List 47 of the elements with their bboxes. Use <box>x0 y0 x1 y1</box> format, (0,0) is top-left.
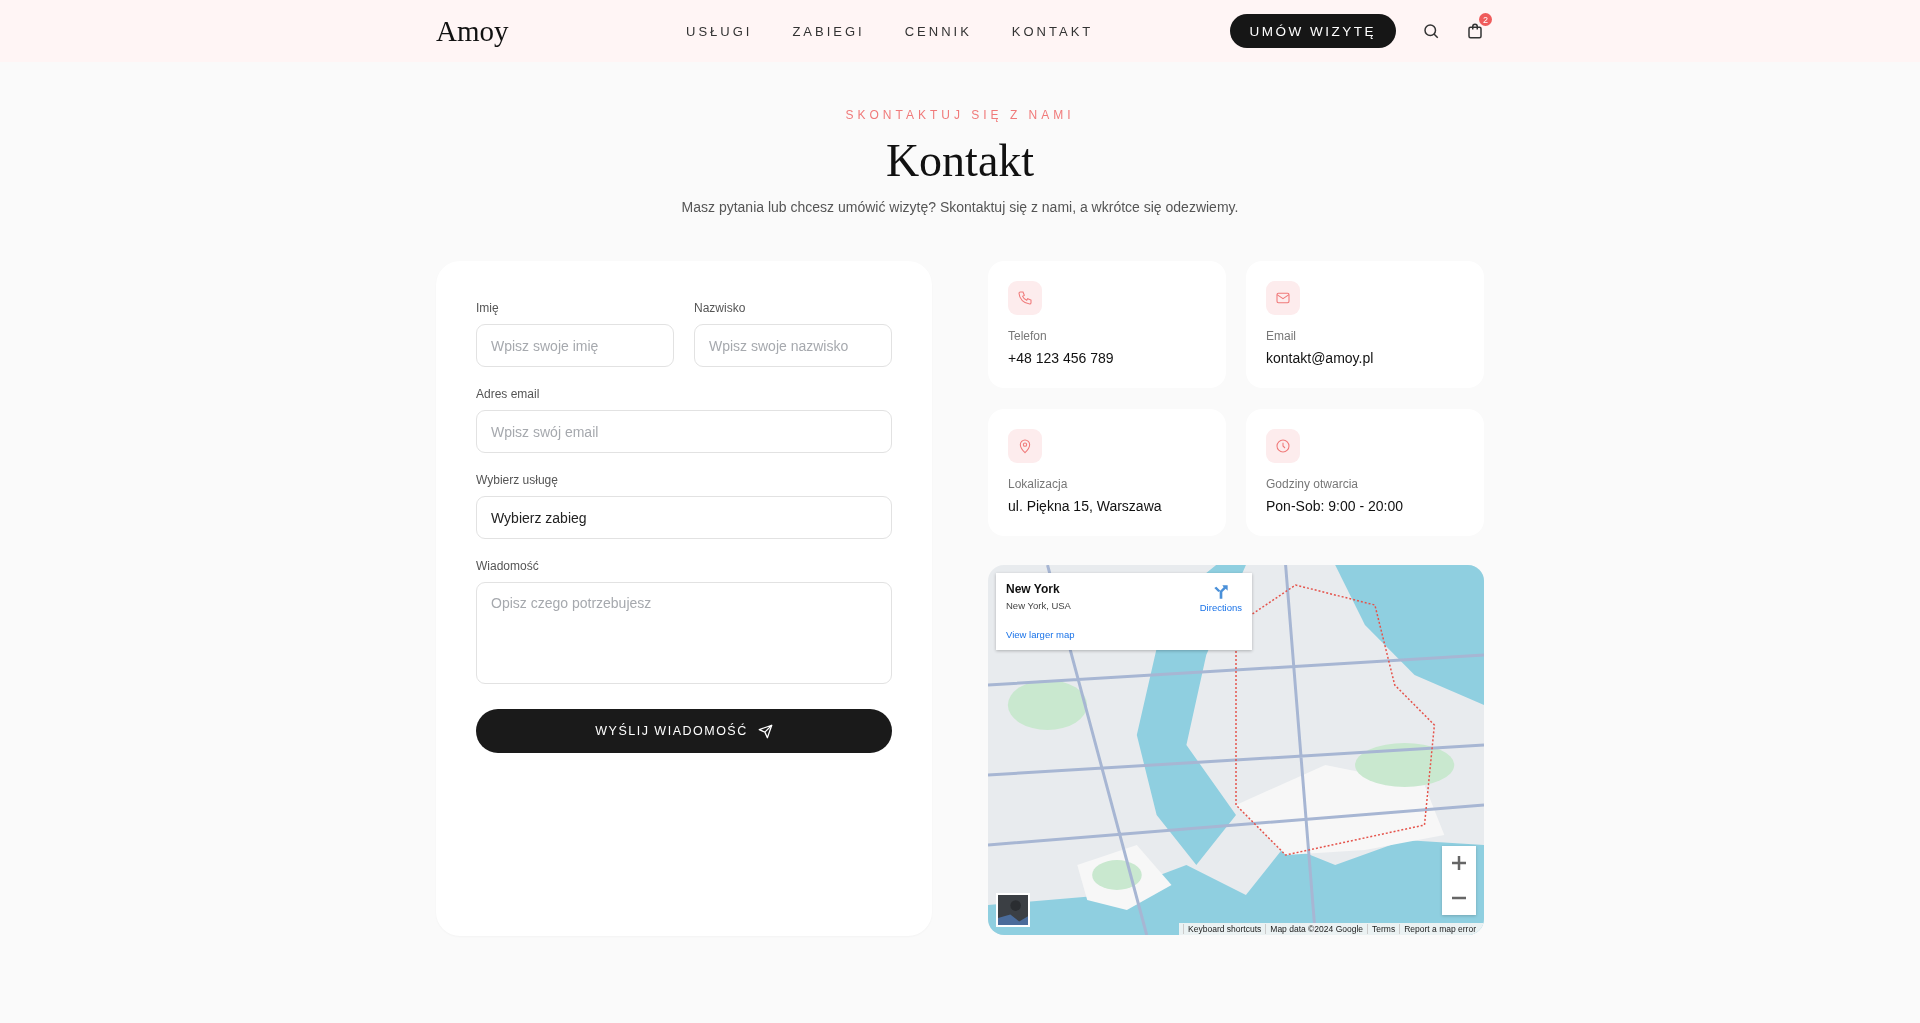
message-field[interactable]: Opisz czego potrzebujesz <box>476 582 892 684</box>
map-footer-link[interactable]: Keyboard shortcuts <box>1183 924 1266 934</box>
input-field[interactable]: Wpisz swoje imię <box>476 324 674 367</box>
map-footer-link[interactable]: Terms <box>1367 924 1400 934</box>
submit-button[interactable]: WYŚLIJ WIADOMOŚĆ <box>476 709 892 753</box>
place-address: New York, USA <box>1006 600 1072 611</box>
clock-icon <box>1275 438 1291 454</box>
field-label: Adres email <box>476 387 541 401</box>
contact-label: Godziny otwarcia <box>1266 477 1360 491</box>
field-label: Wybierz usługę <box>476 473 559 487</box>
select-field[interactable]: Wybierz zabieg <box>476 496 892 539</box>
contact-value: kontakt@amoy.pl <box>1266 350 1375 366</box>
view-larger-map-link[interactable]: View larger map <box>1006 629 1075 640</box>
phone-icon <box>1017 290 1033 306</box>
place-title: New York <box>1006 582 1061 596</box>
location-pin-icon <box>1017 438 1033 454</box>
book-button[interactable]: UMÓW WIZYTĘ <box>1229 14 1396 48</box>
input-field[interactable]: Wpisz swój email <box>476 410 892 453</box>
nav-link[interactable]: KONTAKT <box>1011 23 1094 39</box>
satellite-thumbnail-icon[interactable] <box>996 893 1030 927</box>
contact-label: Email <box>1266 329 1297 343</box>
page-title: Kontakt <box>884 134 1036 187</box>
field-label: Wiadomość <box>476 559 540 573</box>
page-description: Masz pytania lub chcesz umówić wizytę? Skontaktuj się z nami, a wkrótce się odezwiemy. <box>680 199 1240 215</box>
directions-icon <box>1212 584 1229 600</box>
map-footer-link[interactable]: Map data ©2024 Google <box>1265 924 1368 934</box>
zoom-in-icon[interactable] <box>1450 854 1468 873</box>
nav-link[interactable]: ZABIEGI <box>792 23 865 39</box>
contact-value: Pon-Sob: 9:00 - 20:00 <box>1266 498 1404 514</box>
contact-value: +48 123 456 789 <box>1008 350 1115 366</box>
shopping-bag-icon[interactable] <box>1466 22 1484 40</box>
search-icon[interactable] <box>1422 22 1440 40</box>
contact-label: Telefon <box>1008 329 1048 343</box>
send-icon <box>757 723 773 739</box>
nav-link[interactable]: CENNIK <box>904 23 972 39</box>
envelope-icon <box>1275 290 1291 306</box>
field-label: Nazwisko <box>694 301 747 315</box>
cart-count-badge: 2 <box>1479 13 1492 26</box>
section-eyebrow: SKONTAKTUJ SIĘ Z NAMI <box>844 108 1076 122</box>
contact-value: ul. Piękna 15, Warszawa <box>1008 498 1163 514</box>
input-field[interactable]: Wpisz swoje nazwisko <box>694 324 892 367</box>
directions-link[interactable]: Directions <box>1199 584 1242 618</box>
contact-label: Lokalizacja <box>1008 477 1069 491</box>
nav-link[interactable]: USŁUGI <box>686 23 753 39</box>
field-label: Imię <box>476 301 500 315</box>
map-footer-link[interactable]: Report a map error <box>1399 924 1480 934</box>
logo[interactable]: Amoy <box>436 14 686 48</box>
